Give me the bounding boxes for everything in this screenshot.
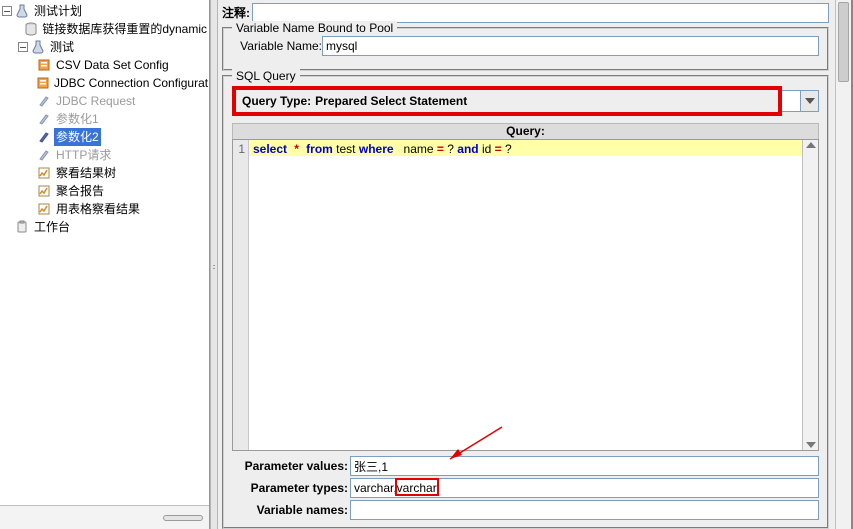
splitter-handle[interactable] (163, 515, 203, 521)
node-label: 参数化1 (54, 110, 101, 128)
t: where (359, 142, 394, 156)
db-icon (24, 21, 38, 37)
query-type-label: Query Type: (242, 94, 311, 108)
node-label: 测试 (48, 38, 76, 56)
node-label: JDBC Connection Configurat (52, 74, 210, 92)
param-values-input[interactable] (350, 456, 819, 476)
chevron-down-icon[interactable] (800, 91, 818, 111)
query-header: Query: (232, 123, 819, 139)
t: and (457, 142, 478, 156)
sql-query-fieldset: SQL Query Query Type: Prepared Select St… (222, 75, 829, 529)
arrow-down-icon[interactable] (806, 442, 816, 448)
listener-icon (36, 165, 52, 181)
tree-node-http[interactable]: HTTP请求 (2, 146, 209, 164)
node-label: 用表格察看结果 (54, 200, 142, 218)
listener-icon (36, 183, 52, 199)
editor-body[interactable]: select * from test where name = ? and id… (249, 140, 802, 450)
scrollbar-thumb[interactable] (838, 2, 849, 82)
t: select (253, 142, 287, 156)
sampler-icon (36, 129, 52, 145)
var-names-label: Variable names: (232, 503, 350, 517)
var-name-label: Variable Name: (232, 39, 322, 53)
tree-panel: 测试计划 链接数据库获得重置的dynamic 测试 CSV Data Set (0, 0, 210, 529)
sampler-icon (36, 147, 52, 163)
node-label: 察看结果树 (54, 164, 118, 182)
notes-input[interactable] (252, 3, 829, 23)
query-editor[interactable]: 1 select * from test where name = ? and … (232, 139, 819, 451)
node-label: 聚合报告 (54, 182, 106, 200)
tree-node-jdbc-request[interactable]: JDBC Request (2, 92, 209, 110)
t: = (437, 142, 444, 156)
query-type-value: Prepared Select Statement (315, 94, 467, 108)
tree-node-aggregate[interactable]: 聚合报告 (2, 182, 209, 200)
flask-icon (30, 39, 46, 55)
node-label: HTTP请求 (54, 146, 113, 164)
param-values-label: Parameter values: (232, 459, 350, 473)
arrow-up-icon[interactable] (806, 142, 816, 148)
t: name (394, 142, 437, 156)
node-label: 链接数据库获得重置的dynamic (40, 20, 209, 38)
tree-root-label: 测试计划 (32, 2, 84, 20)
query-type-combo[interactable] (782, 90, 819, 112)
pool-fieldset-title: Variable Name Bound to Pool (232, 21, 397, 35)
sampler-icon (36, 111, 52, 127)
tree-footer (0, 505, 209, 529)
tree-node-jdbc-config[interactable]: JDBC Connection Configurat (2, 74, 209, 92)
expand-toggle-icon[interactable] (18, 42, 28, 52)
editor-gutter: 1 (233, 140, 249, 450)
node-label: CSV Data Set Config (54, 56, 171, 74)
sampler-icon (36, 93, 52, 109)
node-label: 参数化2 (54, 128, 101, 146)
t: ? (444, 142, 457, 156)
flask-icon (14, 3, 30, 19)
gutter-line-1: 1 (238, 142, 245, 156)
node-label: 工作台 (32, 218, 72, 236)
tree-root[interactable]: 测试计划 (2, 2, 209, 20)
highlight-box-query-type: Query Type: Prepared Select Statement (232, 86, 782, 116)
t: from (306, 142, 333, 156)
param-types-input[interactable] (350, 478, 819, 498)
expand-toggle-icon[interactable] (2, 6, 12, 16)
tree-node-view-tree[interactable]: 察看结果树 (2, 164, 209, 182)
t: * (294, 142, 299, 156)
editor-scrollbar[interactable] (802, 140, 818, 450)
tree-node-test[interactable]: 测试 (2, 38, 209, 56)
t: id (479, 142, 495, 156)
tree-workbench[interactable]: 工作台 (2, 218, 209, 236)
var-name-input[interactable] (322, 36, 819, 56)
scrollbar-vertical[interactable] (835, 0, 851, 529)
var-names-input[interactable] (350, 500, 819, 520)
sql-fieldset-title: SQL Query (232, 69, 300, 83)
tree-node-csv[interactable]: CSV Data Set Config (2, 56, 209, 74)
listener-icon (36, 201, 52, 217)
tree-node-param1[interactable]: 参数化1 (2, 110, 209, 128)
vertical-splitter[interactable] (210, 0, 218, 529)
tree-node-dynamic[interactable]: 链接数据库获得重置的dynamic (2, 20, 209, 38)
param-types-label: Parameter types: (232, 481, 350, 495)
t: = (495, 142, 502, 156)
t: test (333, 142, 359, 156)
pool-fieldset: Variable Name Bound to Pool Variable Nam… (222, 27, 829, 71)
t: ? (502, 142, 512, 156)
tree-node-param2[interactable]: 参数化2 (2, 128, 209, 146)
node-label: JDBC Request (54, 92, 137, 110)
config-icon (36, 75, 50, 91)
config-icon (36, 57, 52, 73)
clipboard-icon (14, 219, 30, 235)
tree-node-table-results[interactable]: 用表格察看结果 (2, 200, 209, 218)
notes-label: 注释: (222, 4, 250, 21)
